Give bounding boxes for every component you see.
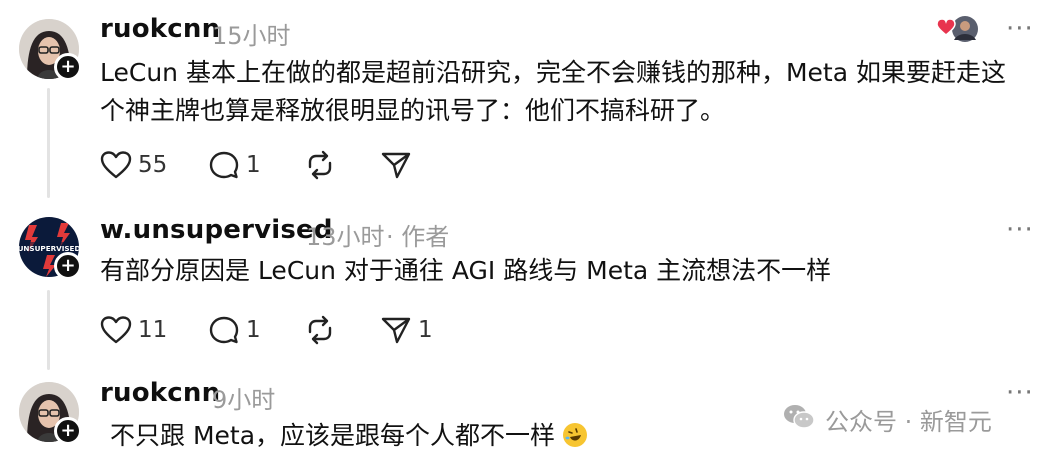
rolling-on-floor-laughing-emoji [563, 423, 588, 447]
repost-button[interactable] [304, 150, 336, 180]
more-options-button[interactable]: ··· [1006, 14, 1034, 44]
follow-button[interactable]: + [54, 252, 82, 280]
share-count: 1 [418, 317, 433, 343]
timestamp: 9小时 [212, 386, 276, 414]
watermark: 公众号 · 新智元 [783, 402, 992, 437]
send-icon [380, 150, 412, 180]
username[interactable]: ruokcnn [100, 14, 220, 44]
reply-button[interactable]: 1 [208, 150, 261, 180]
like-count: 55 [138, 152, 168, 178]
comment-icon [208, 150, 240, 180]
comment-icon [208, 315, 240, 345]
post-text: 有部分原因是 LeCun 对于通往 AGI 路线与 Meta 主流想法不一样 [100, 252, 1040, 290]
username[interactable]: ruokcnn [100, 378, 220, 408]
timestamp: 15小时 [212, 22, 291, 50]
reply-count: 1 [246, 317, 261, 343]
share-button[interactable] [380, 150, 412, 180]
repost-button[interactable] [304, 315, 336, 345]
repost-icon [304, 315, 336, 345]
post-text: LeCun 基本上在做的都是超前沿研究，完全不会赚钱的那种，Meta 如果要赶走… [100, 54, 1040, 130]
author-tag: · 作者 [386, 223, 450, 251]
post-1: + ruokcnn 15小时 ··· LeCun 基本上在做的都是超前沿研究，完… [0, 0, 1058, 205]
timestamp: 13小时 [306, 223, 385, 251]
like-button[interactable]: 55 [100, 150, 167, 180]
follow-button[interactable]: + [54, 417, 82, 445]
post-text-line: LeCun 基本上在做的都是超前沿研究，完全不会赚钱的那种，Meta 如果要赶走… [100, 58, 1006, 87]
watermark-text: 公众号 · 新智元 [825, 408, 992, 436]
like-count: 11 [138, 317, 168, 343]
reply-count: 1 [246, 152, 261, 178]
heart-icon [100, 315, 132, 345]
post-text-line: 个神主牌也算是释放很明显的讯号了：他们不搞科研了。 [100, 96, 726, 125]
wechat-icon [783, 403, 815, 437]
send-icon [380, 315, 412, 345]
share-button[interactable]: 1 [380, 315, 433, 345]
follow-button[interactable]: + [54, 53, 82, 81]
post-text-line: 有部分原因是 LeCun 对于通往 AGI 路线与 Meta 主流想法不一样 [100, 256, 832, 285]
reactor-avatars[interactable] [934, 14, 980, 44]
like-button[interactable]: 11 [100, 315, 167, 345]
more-options-button[interactable]: ··· [1006, 215, 1034, 245]
heart-icon [100, 150, 132, 180]
post-text-line: 不只跟 Meta，应该是跟每个人都不一样 [110, 421, 556, 450]
username[interactable]: w.unsupervised [100, 215, 333, 245]
reply-button[interactable]: 1 [208, 315, 261, 345]
repost-icon [304, 150, 336, 180]
post-2: UNSUPERVISED + w.unsupervised 13小时 · 作者 … [0, 205, 1058, 370]
more-options-button[interactable]: ··· [1006, 378, 1034, 408]
